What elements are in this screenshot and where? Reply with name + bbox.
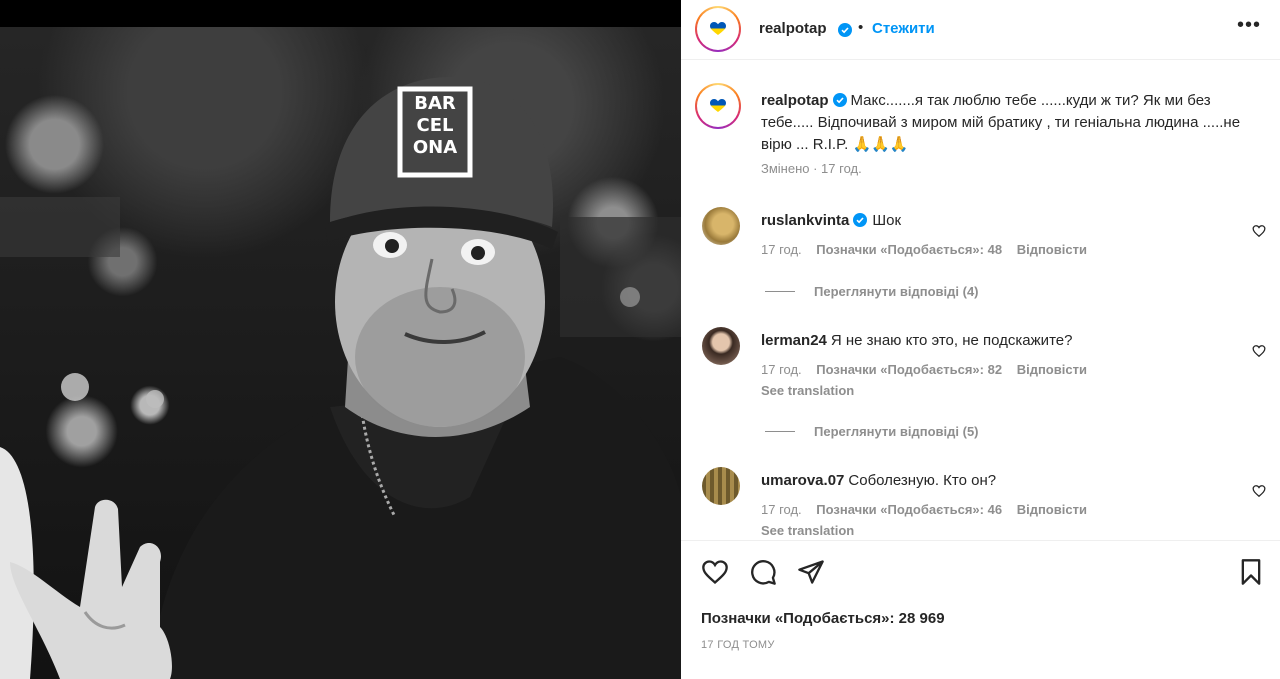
view-replies-button[interactable]: Переглянути відповіді (4) [765,284,979,299]
comment-body: lerman24 Я не знаю кто это, не подскажите… [761,331,1221,351]
likes-count[interactable]: Позначки «Подобається»: 28 969 [701,610,945,627]
post-header: realpotap • Стежити ••• [681,0,1280,60]
comment-meta: 17 год. Позначки «Подобається»: 48 Відпо… [761,242,1098,257]
divider-line [765,291,795,292]
comments-section[interactable]: realpotap Макс.......я так люблю тебе ...… [681,61,1280,540]
post-photo: BAR CEL ONA [0,27,681,679]
verified-badge-icon [832,93,847,107]
comment-text: Я не знаю кто это, не подскажите? [830,332,1073,349]
comment-time: 17 год. [761,362,802,377]
paper-plane-icon[interactable] [797,558,825,586]
bookmark-icon[interactable] [1237,558,1265,586]
comment-likes[interactable]: Позначки «Подобається»: 46 [816,502,1002,517]
comment-body: umarova.07 Соболезную. Кто он? [761,471,1221,491]
comment-likes[interactable]: Позначки «Подобається»: 82 [816,362,1002,377]
comment-text: Шок [872,212,902,229]
reply-button[interactable]: Відповісти [1017,362,1087,377]
svg-text:BAR: BAR [414,93,456,114]
ukraine-heart-icon [710,22,726,36]
comment-meta: 17 год. Позначки «Подобається»: 46 Відпо… [761,502,1098,517]
see-translation-button[interactable]: See translation [761,523,854,538]
author-avatar[interactable] [695,6,741,52]
ukraine-heart-icon [710,99,726,113]
comment-like-heart-icon[interactable] [1252,484,1266,498]
caption-author-avatar[interactable] [695,83,741,129]
comment-item: ruslankvinta Шок 17 год. Позначки «Подоба… [681,207,1280,317]
svg-text:ONA: ONA [413,137,457,158]
see-translation-button[interactable]: See translation [761,383,854,398]
post-media[interactable]: BAR CEL ONA [0,0,681,679]
comment-meta: 17 год. Позначки «Подобається»: 82 Відпо… [761,362,1098,377]
comment-like-heart-icon[interactable] [1252,224,1266,238]
comment-item: lerman24 Я не знаю кто это, не подскажите… [681,327,1280,437]
comment-time: 17 год. [761,502,802,517]
comment-likes[interactable]: Позначки «Подобається»: 48 [816,242,1002,257]
comment-item: umarova.07 Соболезную. Кто он? 17 год. По… [681,467,1280,540]
more-options-icon[interactable]: ••• [1237,14,1261,37]
follow-button[interactable]: Стежити [872,20,935,37]
heart-outline-icon[interactable] [701,558,729,586]
comment-username[interactable]: ruslankvinta [761,212,849,229]
view-replies-label: Переглянути відповіді (5) [814,424,979,439]
comment-like-heart-icon[interactable] [1252,344,1266,358]
post-timestamp[interactable]: 17 ГОД ТОМУ [701,639,775,651]
post-panel: realpotap • Стежити ••• realpotap Макс..… [681,0,1280,679]
verified-badge-icon [853,213,868,227]
comment-username[interactable]: lerman24 [761,332,827,349]
author-username[interactable]: realpotap [759,20,827,37]
verified-badge-icon [838,23,852,37]
comment-text: Соболезную. Кто он? [848,472,997,489]
separator-dot: • [858,19,864,36]
caption-text: realpotap Макс.......я так люблю тебе ...… [761,90,1246,156]
comment-body: ruslankvinta Шок [761,211,1221,231]
comment-avatar[interactable] [702,207,740,245]
caption-username[interactable]: realpotap [761,92,829,109]
post-actions: Позначки «Подобається»: 28 969 17 ГОД ТО… [681,540,1280,679]
view-replies-label: Переглянути відповіді (4) [814,284,979,299]
comment-username[interactable]: umarova.07 [761,472,844,489]
comment-bubble-icon[interactable] [749,558,777,586]
caption-meta: Змінено · 17 год. [761,161,862,176]
view-replies-button[interactable]: Переглянути відповіді (5) [765,424,979,439]
comment-time: 17 год. [761,242,802,257]
svg-text:CEL: CEL [417,115,454,136]
reply-button[interactable]: Відповісти [1017,242,1087,257]
comment-avatar[interactable] [702,467,740,505]
reply-button[interactable]: Відповісти [1017,502,1087,517]
divider-line [765,431,795,432]
portrait-illustration: BAR CEL ONA [0,77,681,679]
comment-avatar[interactable] [702,327,740,365]
